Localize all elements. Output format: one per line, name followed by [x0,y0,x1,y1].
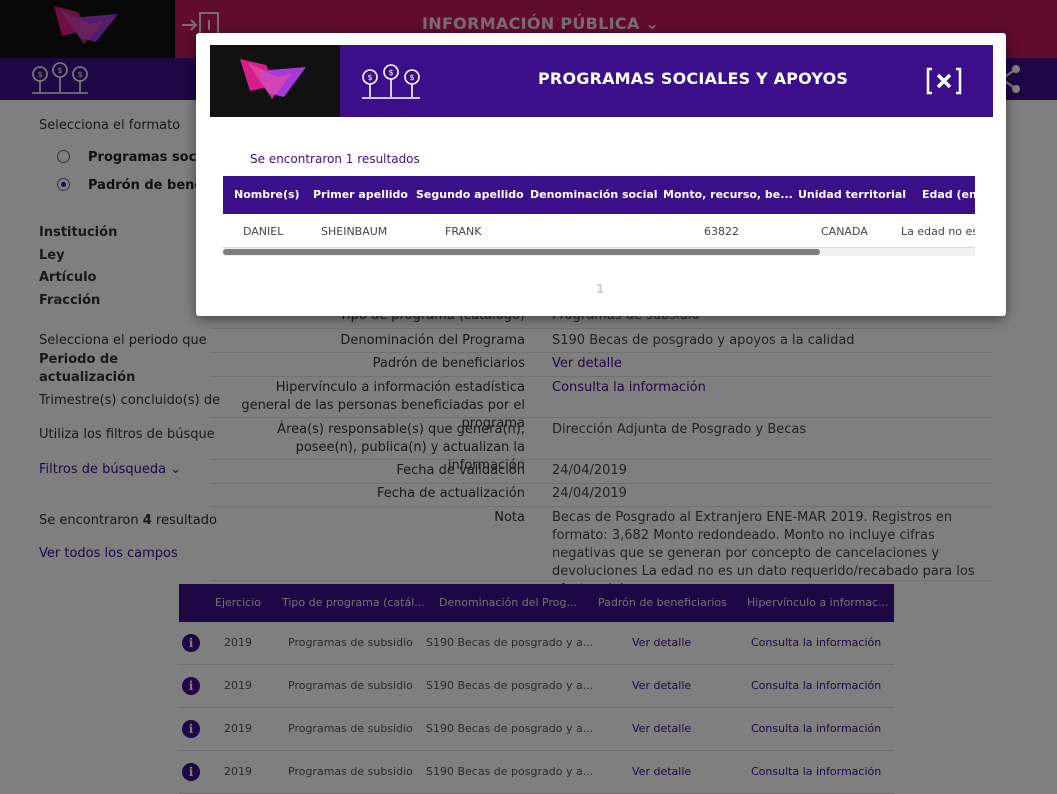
table-cell: CANADA [821,225,868,238]
svg-text:$: $ [389,68,394,77]
table-cell: DANIEL [243,225,284,238]
modal-count-value: 1 [345,152,354,166]
table-row: DANIEL SHEINBAUM FRANK 63822 CANADA La e… [223,214,975,248]
logo-mark-icon [240,59,306,99]
money-tree-icon: $ $ $ [362,64,420,99]
beneficiaries-table-header: Nombre(s) Primer apellido Segundo apelli… [223,176,975,214]
column-header[interactable]: Unidad territorial [798,188,906,201]
column-header[interactable]: Nombre(s) [234,188,300,201]
close-icon[interactable] [926,67,962,95]
svg-text:$: $ [410,73,415,82]
table-cell: SHEINBAUM [321,225,388,238]
modal-count-suffix: resultados [357,152,420,166]
column-header[interactable]: Edad (en s [922,188,975,201]
modal-title: PROGRAMAS SOCIALES Y APOYOS [538,69,849,88]
beneficiaries-table: Nombre(s) Primer apellido Segundo apelli… [223,176,975,248]
table-cell: FRANK [445,225,482,238]
column-header[interactable]: Primer apellido [313,188,408,201]
modal-count-prefix: Se encontraron [250,152,342,166]
column-header[interactable]: Monto, recurso, be... [663,188,793,201]
column-header[interactable]: Denominación social [530,188,658,201]
horizontal-scrollbar[interactable] [223,248,975,256]
modal-results-count: Se encontraron 1 resultados [250,152,420,166]
scrollbar-thumb[interactable] [223,249,820,255]
beneficiaries-modal: $ $ $ PROGRAMAS SOCIALES Y APOYOS Se encon… [196,33,1006,316]
column-header[interactable]: Segundo apellido [416,188,524,201]
pagination-page[interactable]: 1 [596,282,604,296]
modal-logo [210,45,340,117]
table-cell: 63822 [704,225,739,238]
table-cell: La edad no es [901,225,975,238]
modal-header: $ $ $ PROGRAMAS SOCIALES Y APOYOS [210,45,993,117]
svg-text:$: $ [368,73,373,82]
